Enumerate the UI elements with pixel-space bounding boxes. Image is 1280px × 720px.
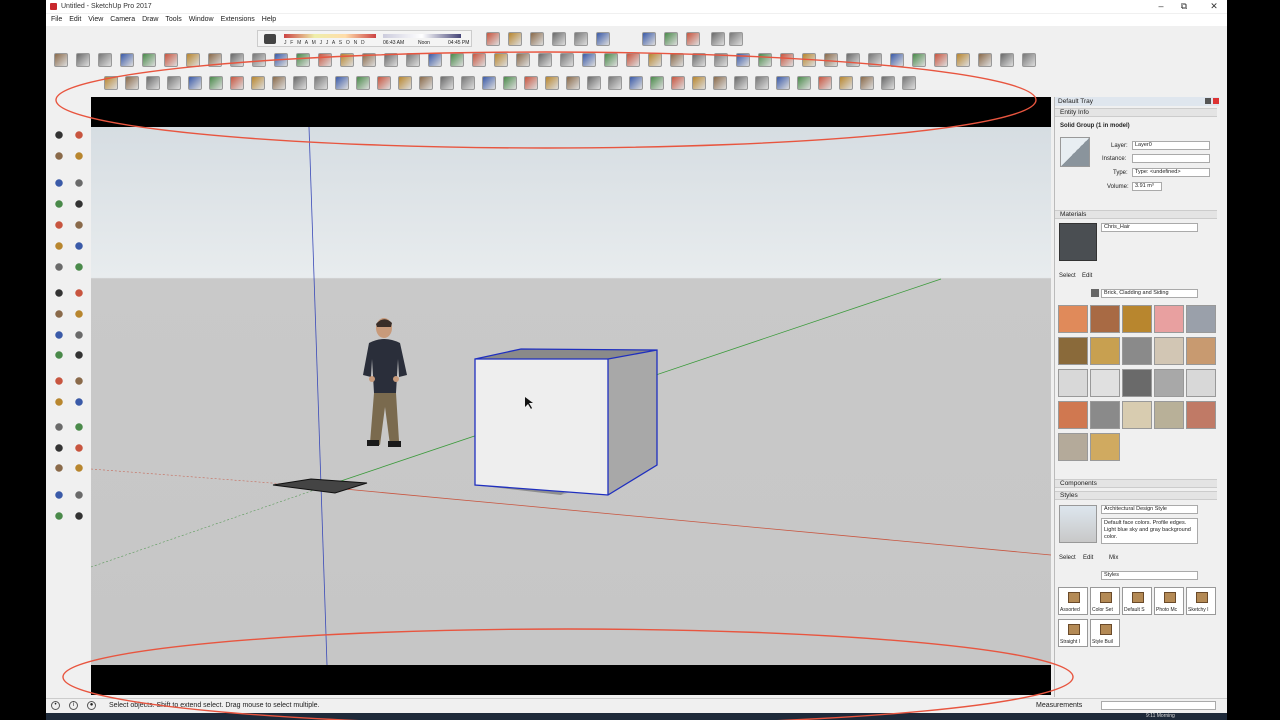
annotation-overlay <box>55 51 1074 720</box>
letterbox-highlight-ellipse <box>62 628 1074 720</box>
sketchup-window: Untitled - SketchUp Pro 2017 – ⧉ ✕ File … <box>46 0 1227 720</box>
toolbar-highlight-ellipse <box>55 51 1037 149</box>
right-letterbox <box>1227 0 1280 720</box>
left-letterbox <box>0 0 46 720</box>
